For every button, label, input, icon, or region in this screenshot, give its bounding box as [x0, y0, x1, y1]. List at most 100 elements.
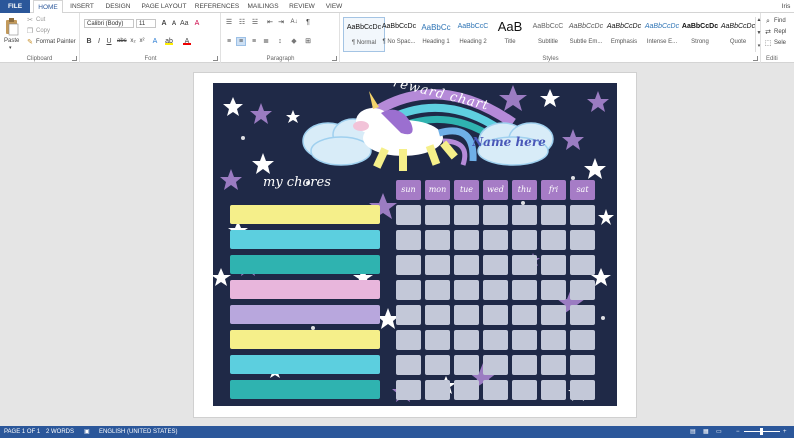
tab-review[interactable]: REVIEW — [286, 0, 318, 13]
sticker-cell[interactable] — [541, 230, 566, 250]
style-quote[interactable]: AaBbCcDc Quote — [717, 17, 759, 52]
sticker-cell[interactable] — [425, 280, 450, 300]
shrink-font-icon[interactable]: A — [170, 21, 178, 28]
sticker-cell[interactable] — [512, 230, 537, 250]
sticker-cell[interactable] — [570, 255, 595, 275]
dialog-launcher-icon[interactable] — [753, 56, 758, 61]
tab-mailings[interactable]: MAILINGS — [244, 0, 282, 13]
sticker-cell[interactable] — [570, 330, 595, 350]
text-effects-icon[interactable]: A — [151, 38, 159, 45]
sticker-cell[interactable] — [454, 305, 479, 325]
web-layout-icon[interactable]: ▭ — [716, 426, 722, 438]
sticker-cell[interactable] — [483, 230, 508, 250]
grow-font-icon[interactable]: A — [160, 20, 168, 27]
chore-bar[interactable] — [230, 355, 380, 374]
dialog-launcher-icon[interactable] — [332, 56, 337, 61]
chore-bar[interactable] — [230, 230, 380, 249]
sticker-cell[interactable] — [483, 380, 508, 400]
sticker-cell[interactable] — [512, 380, 537, 400]
font-family-select[interactable]: Calibri (Body) — [84, 19, 134, 28]
style-heading-1[interactable]: AaBbCc Heading 1 — [415, 17, 457, 52]
sticker-cell[interactable] — [425, 230, 450, 250]
sticker-cell[interactable] — [541, 380, 566, 400]
sticker-cell[interactable] — [454, 230, 479, 250]
sticker-cell[interactable] — [570, 355, 595, 375]
sticker-cell[interactable] — [396, 380, 421, 400]
paste-button[interactable]: Paste ▾ — [3, 16, 21, 51]
align-left-icon[interactable]: ≡ — [225, 38, 233, 45]
sticker-cell[interactable] — [570, 280, 595, 300]
sticker-cell[interactable] — [541, 305, 566, 325]
sticker-cell[interactable] — [454, 330, 479, 350]
bold-icon[interactable]: B — [85, 38, 93, 45]
chore-bar[interactable] — [230, 380, 380, 399]
sticker-cell[interactable] — [483, 305, 508, 325]
style-emphasis[interactable]: AaBbCcDc Emphasis — [603, 17, 645, 52]
sticker-cell[interactable] — [454, 280, 479, 300]
find-button[interactable]: ⌕ Find — [764, 17, 794, 26]
replace-button[interactable]: ⇄ Repl — [764, 28, 794, 37]
align-right-icon[interactable]: ≡ — [250, 38, 258, 45]
tab-file[interactable]: FILE — [0, 0, 30, 13]
proofing-icon[interactable]: ▣ — [84, 426, 90, 438]
zoom-out-icon[interactable]: − — [736, 426, 740, 438]
sticker-cell[interactable] — [570, 230, 595, 250]
language[interactable]: ENGLISH (UNITED STATES) — [99, 426, 177, 438]
line-spacing-icon[interactable]: ↕ — [276, 38, 284, 45]
reward-chart-image[interactable]: reward chart Name here my chores sun mon t… — [213, 83, 617, 406]
sticker-cell[interactable] — [512, 280, 537, 300]
style-subtitle[interactable]: AaBbCcC Subtitle — [527, 17, 569, 52]
sticker-cell[interactable] — [396, 355, 421, 375]
dialog-launcher-icon[interactable] — [72, 56, 77, 61]
sticker-cell[interactable] — [425, 380, 450, 400]
sticker-cell[interactable] — [425, 330, 450, 350]
strikethrough-icon[interactable]: abc — [117, 38, 127, 45]
format-painter-button[interactable]: ✎ Format Painter — [26, 38, 80, 47]
sticker-cell[interactable] — [396, 280, 421, 300]
sticker-cell[interactable] — [425, 255, 450, 275]
style-heading-2[interactable]: AaBbCcC Heading 2 — [452, 17, 494, 52]
cut-button[interactable]: ✂ Cut — [26, 16, 76, 25]
tab-references[interactable]: REFERENCES — [194, 0, 240, 13]
sticker-cell[interactable] — [570, 305, 595, 325]
read-mode-icon[interactable]: ▤ — [690, 426, 696, 438]
sticker-cell[interactable] — [396, 330, 421, 350]
chore-bar[interactable] — [230, 330, 380, 349]
style-strong[interactable]: AaBbCcDc Strong — [679, 17, 721, 52]
justify-icon[interactable]: ≣ — [262, 38, 270, 45]
sticker-cell[interactable] — [396, 205, 421, 225]
chore-bar[interactable] — [230, 255, 380, 274]
sticker-cell[interactable] — [454, 380, 479, 400]
sticker-cell[interactable] — [425, 205, 450, 225]
font-color-icon[interactable]: A — [183, 38, 191, 45]
tab-design[interactable]: DESIGN — [101, 0, 135, 13]
sticker-cell[interactable] — [541, 255, 566, 275]
sticker-cell[interactable] — [454, 255, 479, 275]
bullets-icon[interactable]: ☰ — [225, 19, 233, 26]
numbering-icon[interactable]: ☷ — [238, 19, 246, 26]
sort-icon[interactable]: A↓ — [290, 19, 298, 26]
sticker-cell[interactable] — [483, 355, 508, 375]
user-name[interactable]: Iris — [778, 0, 794, 13]
underline-icon[interactable]: U — [105, 38, 113, 45]
sticker-cell[interactable] — [483, 280, 508, 300]
sticker-cell[interactable] — [483, 330, 508, 350]
style-no-spacing[interactable]: AaBbCcDc ¶ No Spac... — [378, 17, 420, 52]
sticker-cell[interactable] — [512, 305, 537, 325]
style-subtle-emphasis[interactable]: AaBbCcDc Subtle Em... — [565, 17, 607, 52]
tab-view[interactable]: VIEW — [322, 0, 346, 13]
highlight-icon[interactable]: ab — [165, 38, 173, 45]
sticker-cell[interactable] — [425, 305, 450, 325]
chore-bar[interactable] — [230, 305, 380, 324]
sticker-cell[interactable] — [541, 355, 566, 375]
dialog-launcher-icon[interactable] — [213, 56, 218, 61]
copy-button[interactable]: ❐ Copy — [26, 27, 76, 36]
align-center-icon[interactable]: ≡ — [236, 37, 246, 46]
style-intense-emphasis[interactable]: AaBbCcDc Intense E... — [641, 17, 683, 52]
sticker-cell[interactable] — [396, 305, 421, 325]
tab-page-layout[interactable]: PAGE LAYOUT — [138, 0, 190, 13]
tab-insert[interactable]: INSERT — [66, 0, 98, 13]
name-placeholder[interactable]: Name here — [469, 135, 549, 149]
decrease-indent-icon[interactable]: ⇤ — [266, 19, 274, 26]
style-title[interactable]: AaB Title — [489, 17, 531, 52]
